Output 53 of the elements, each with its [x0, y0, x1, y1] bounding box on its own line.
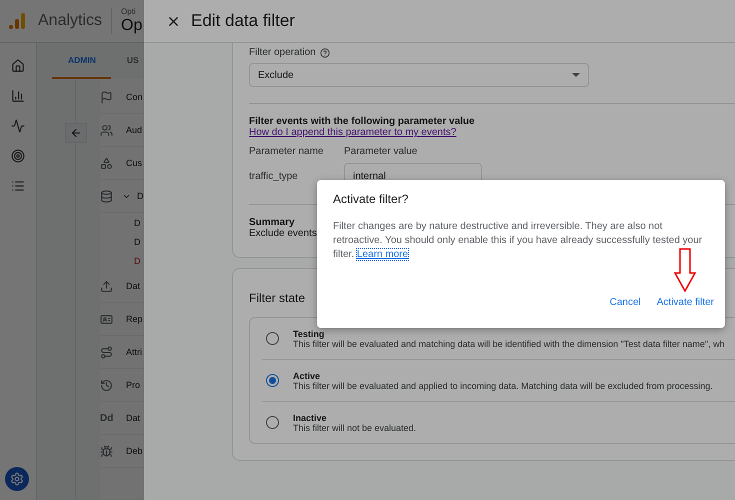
dialog-title: Activate filter?: [333, 192, 410, 206]
property-name[interactable]: Op: [121, 16, 142, 36]
help-link[interactable]: How do I append this parameter to my events?: [249, 127, 456, 138]
option-description: This filter will be evaluated and matching data will be identified with the dimension "Test data filter name", wh: [293, 338, 725, 348]
product-name: Analytics: [38, 12, 102, 30]
radio-button[interactable]: [266, 374, 279, 387]
back-button[interactable]: [65, 123, 87, 143]
nav-item[interactable]: D: [137, 191, 144, 201]
nav-item[interactable]: Aud: [126, 125, 142, 135]
nav-subitem[interactable]: D: [134, 236, 140, 246]
dialog-button[interactable]: Cancel: [610, 295, 641, 310]
nav-icon-text: Dd: [100, 412, 114, 424]
summary-title: Summary: [249, 217, 295, 228]
drawer-title: Edit data filter: [191, 11, 295, 31]
dialog-button[interactable]: Activate filter: [656, 295, 714, 310]
logo-icon: [8, 12, 26, 30]
trend-chart-icon[interactable]: [11, 119, 25, 133]
settings-icon[interactable]: [5, 467, 29, 491]
list-icon[interactable]: [11, 179, 25, 193]
account-label: Opti: [121, 6, 137, 16]
radio-button[interactable]: [266, 332, 279, 345]
dropdown-caret-icon: [572, 73, 580, 77]
option-label: Active: [293, 370, 322, 380]
nav-item[interactable]: Attri: [126, 347, 142, 357]
nav-item[interactable]: Cus: [126, 158, 142, 168]
radio-button[interactable]: [266, 416, 279, 429]
nav-item[interactable]: Pro: [126, 380, 140, 390]
nav-item[interactable]: Con: [126, 92, 143, 102]
nav-item[interactable]: Rep: [126, 314, 143, 324]
column-header: Parameter name: [249, 146, 324, 157]
help-icon[interactable]: [320, 48, 330, 58]
nav-item[interactable]: Dat: [126, 413, 140, 423]
nav-subitem[interactable]: D: [134, 218, 140, 228]
field-label: Filter operation: [249, 47, 330, 58]
target-icon[interactable]: [11, 149, 25, 163]
parameter-name: traffic_type: [249, 171, 298, 182]
option-description: This filter will not be evaluated.: [293, 422, 416, 432]
nav-item[interactable]: Dat: [126, 281, 140, 291]
learn-more-link[interactable]: Learn more: [356, 249, 408, 260]
dialog-message: Filter changes are by nature destructive and irreversible. They are also not retroactive. You should only enable this if you have already successfully tested your filter. Learn more: [333, 220, 704, 262]
option-label: Testing: [293, 328, 324, 338]
option-label: Inactive: [293, 412, 328, 422]
summary-text: Exclude events: [249, 228, 317, 239]
back-arrow-icon: [70, 127, 82, 139]
operation-select[interactable]: Exclude: [249, 63, 589, 87]
column-header: Parameter value: [344, 146, 418, 157]
card-title: Filter state: [249, 291, 306, 305]
section-heading: Filter events with the following parameter value: [249, 116, 475, 127]
bar-chart-icon[interactable]: [11, 89, 25, 103]
home-icon[interactable]: [11, 59, 25, 73]
nav-subitem[interactable]: D: [134, 256, 140, 266]
option-description: This filter will be evaluated and applied to incoming data. Matching data will be excluded from processing.: [293, 380, 713, 390]
nav-item[interactable]: Deb: [126, 446, 143, 456]
